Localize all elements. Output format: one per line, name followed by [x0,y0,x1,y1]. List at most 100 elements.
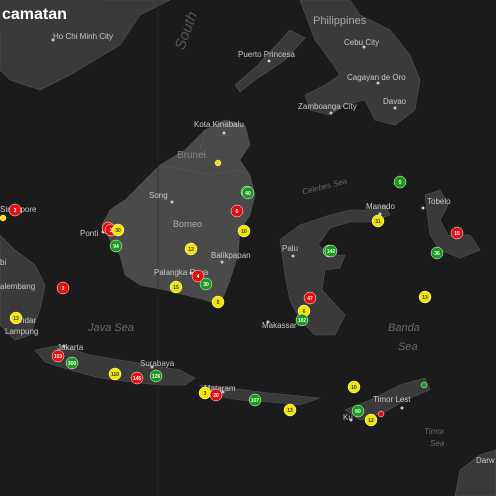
map-marker[interactable]: 36 [430,246,444,260]
map-marker[interactable]: 13 [418,290,432,304]
map-marker[interactable] [377,410,385,418]
label-kupang: Ku [343,413,353,422]
map-marker[interactable]: 10 [237,224,251,238]
map-marker-count: 47 [307,296,313,302]
map-marker[interactable]: 110 [108,367,122,381]
map-marker-count: 3 [204,391,207,397]
map-marker[interactable]: 13 [9,311,23,325]
map-marker[interactable]: 15 [169,280,183,294]
page-title: camatan [0,0,100,30]
map-marker[interactable]: 6 [230,204,244,218]
map-marker-count: 5 [399,180,402,186]
map-marker-count: 30 [115,228,121,234]
label-banda: Banda [388,322,420,334]
map-marker-count: 3 [62,286,65,292]
map-marker[interactable]: 5 [211,295,225,309]
map-marker-count: 10 [351,385,357,391]
map-marker[interactable]: 12 [364,413,378,427]
map-marker[interactable]: 142 [324,244,338,258]
map-marker-count: 40 [245,191,251,197]
map-marker-count: 30 [203,282,209,288]
label-banda-sea: Sea [398,341,418,353]
label-java-sea: Java Sea [87,322,134,334]
map-marker-count: 12 [188,247,194,253]
map-marker-count: 5 [217,300,220,306]
map-marker[interactable]: 107 [248,393,262,407]
map-marker[interactable]: 30 [111,223,125,237]
label-pontianak: Ponti [80,229,98,238]
map-marker-count: 15 [173,285,179,291]
label-tobelo: Tobelo [427,197,451,206]
label-palembang: alembang [0,282,35,291]
label-darwin: Darw [476,456,495,465]
label-cebu: Cebu City [344,38,379,47]
map-marker[interactable]: 20 [209,388,223,402]
map-marker[interactable]: 47 [303,291,317,305]
map-marker-count: 12 [368,418,374,424]
label-brunei: Brunei [177,150,206,161]
map-marker[interactable]: 13 [283,403,297,417]
label-cagayan: Cagayan de Oro [347,73,406,82]
map-marker-count: 153 [54,354,63,360]
label-ho-chi-minh: Ho Chi Minh City [53,32,113,41]
map-marker-count: 36 [434,251,440,257]
map-marker-count: 10 [241,229,247,235]
label-jambi: bi [0,258,6,267]
map-marker[interactable]: 40 [241,186,255,200]
map-marker[interactable]: 60 [351,404,365,418]
map-marker[interactable]: 3 [8,203,22,217]
label-manado: Manado [366,202,395,211]
map-marker[interactable]: 3 [56,281,70,295]
map-marker[interactable]: 30 [199,277,213,291]
map-marker-dot[interactable] [377,410,385,418]
map-marker-count: 3 [14,208,17,214]
map-marker-dot[interactable] [420,381,428,389]
label-kota-kinabalu: Kota Kinabalu [194,120,244,129]
map-marker-count: 300 [68,361,77,367]
label-zamboanga: Zamboanga City [298,102,357,111]
label-borneo: Borneo [173,219,202,229]
map-marker[interactable]: 3 [198,386,212,400]
map-marker-count: 13 [13,316,19,322]
map-marker-count: 102 [298,318,307,324]
label-song: Song [149,191,168,200]
map-marker[interactable]: 94 [109,239,123,253]
label-palu: Palu [282,244,298,253]
map-marker-count: 13 [422,295,428,301]
label-balikpapan: Balikpapan [211,251,251,260]
map-marker-count: 20 [213,393,219,399]
map-marker-count: 4 [197,274,200,280]
map-marker-count: 126 [152,374,161,380]
label-timor-sea-1: Timor [424,427,445,436]
map-marker-count: 6 [236,209,239,215]
label-timor-sea-2: Sea [430,439,445,448]
map-marker[interactable]: 153 [51,349,65,363]
label-makassar: Makassar [262,321,297,330]
map-marker[interactable]: 126 [149,369,163,383]
map-marker[interactable]: 145 [130,371,144,385]
map-marker-count: 94 [113,244,119,250]
label-timor-leste: Timor Lest [373,395,411,404]
map-marker[interactable]: 5 [393,175,407,189]
map-marker-count: 60 [355,409,361,415]
map-marker[interactable]: 102 [295,313,309,327]
map-marker-count: 13 [287,408,293,414]
map-marker[interactable] [0,214,7,222]
map-marker-count: 110 [111,372,119,378]
map-canvas[interactable]: Ho Chi Minh City Philippines South Cebu … [0,0,496,496]
map-marker[interactable]: 10 [347,380,361,394]
map-marker-count: 142 [327,249,336,255]
map-marker[interactable] [420,381,428,389]
map-marker-count: 107 [251,398,260,404]
map-marker[interactable] [214,159,222,167]
map-marker-count: 31 [375,219,381,225]
label-surabaya: Surabaya [140,359,175,368]
map-marker-dot[interactable] [0,214,7,222]
map-marker[interactable]: 31 [371,214,385,228]
map-marker[interactable]: 12 [184,242,198,256]
map-marker-dot[interactable] [214,159,222,167]
map-marker-count: 145 [133,376,142,382]
map-marker[interactable]: 15 [450,226,464,240]
label-davao: Davao [383,97,407,106]
map-marker[interactable]: 300 [65,356,79,370]
